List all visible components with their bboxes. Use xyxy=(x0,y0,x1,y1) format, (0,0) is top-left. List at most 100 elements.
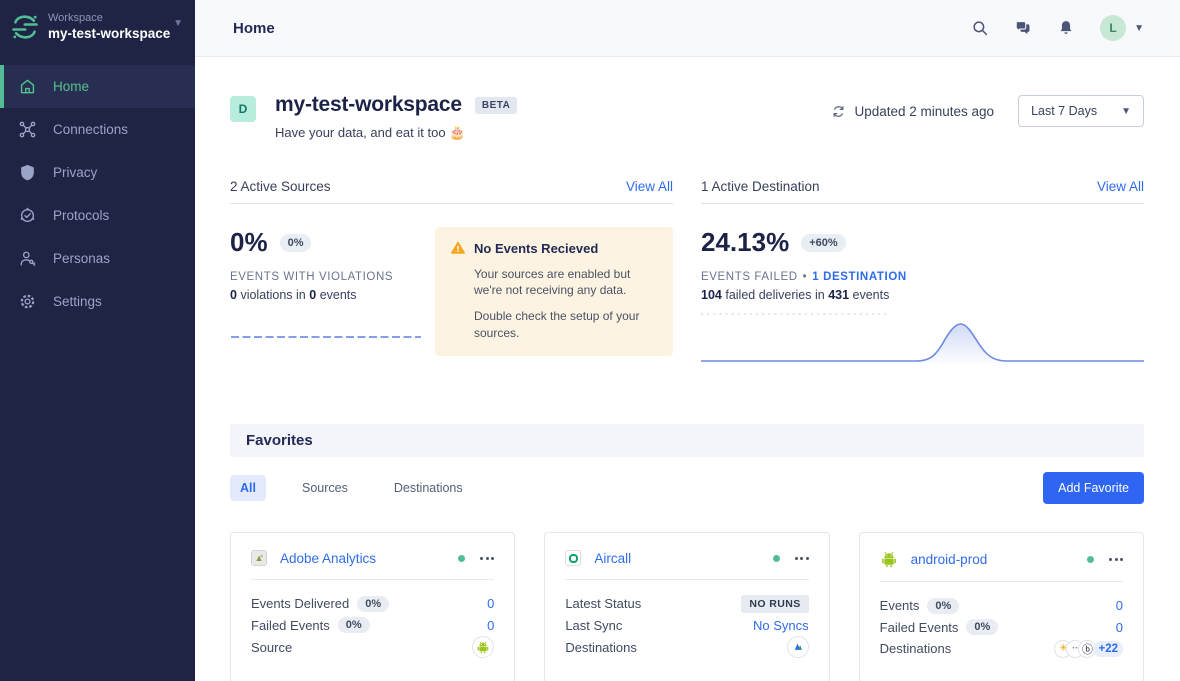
status-dot xyxy=(458,555,465,562)
search-button[interactable] xyxy=(971,19,989,37)
sidebar-item-connections[interactable]: Connections xyxy=(0,108,195,151)
chevron-down-icon: ▼ xyxy=(1134,23,1144,34)
sidebar-item-label: Home xyxy=(53,79,89,94)
date-range-value: Last 7 Days xyxy=(1031,104,1097,118)
failed-metric-label: EVENTS FAILED • 1 DESTINATION xyxy=(701,271,1144,283)
tab-all[interactable]: All xyxy=(230,475,266,501)
workspace-label: Workspace xyxy=(48,12,161,26)
row-value-link[interactable]: No Syncs xyxy=(753,618,809,633)
card-row: Last Sync No Syncs xyxy=(565,615,808,637)
main-area: Home L ▼ xyxy=(195,0,1180,681)
violations-metric-value: 0% xyxy=(230,227,268,258)
content: D my-test-workspace BETA Have your data,… xyxy=(195,57,1180,681)
failed-metric-value: 24.13% xyxy=(701,227,789,258)
personas-icon xyxy=(18,249,37,268)
beta-badge: BETA xyxy=(475,97,517,114)
card-menu-button[interactable] xyxy=(795,553,809,564)
android-icon[interactable] xyxy=(472,636,494,658)
tab-destinations[interactable]: Destinations xyxy=(384,475,473,501)
sources-sparkline xyxy=(230,328,422,340)
card-row: Source xyxy=(251,636,494,658)
divider xyxy=(251,579,494,580)
card-row: Events 0% 0 xyxy=(880,595,1123,617)
divider xyxy=(565,579,808,580)
adobe-analytics-icon xyxy=(251,550,267,566)
destination-logo-icon[interactable] xyxy=(787,636,809,658)
failed-metric-sub: 104 failed deliveries in 431 events xyxy=(701,288,1144,302)
more-destinations-link[interactable]: +22 xyxy=(1093,641,1123,657)
segment-logo-icon xyxy=(12,14,38,40)
sidebar-item-label: Settings xyxy=(53,294,102,309)
tab-sources[interactable]: Sources xyxy=(292,475,358,501)
card-row: Latest Status NO RUNS xyxy=(565,593,808,615)
updated-text: Updated 2 minutes ago xyxy=(854,104,994,119)
sidebar-item-personas[interactable]: Personas xyxy=(0,237,195,280)
sidebar-item-label: Protocols xyxy=(53,208,109,223)
divider xyxy=(880,581,1123,582)
shield-icon xyxy=(18,163,37,182)
date-range-select[interactable]: Last 7 Days ▼ xyxy=(1018,95,1144,127)
android-icon xyxy=(880,550,898,568)
violations-metric-sub: 0 violations in 0 events xyxy=(230,288,423,302)
divider xyxy=(230,203,673,204)
failed-delta-badge: +60% xyxy=(801,234,845,252)
card-title-link[interactable]: android-prod xyxy=(911,552,988,567)
workspace-subtitle: Have your data, and eat it too 🎂 xyxy=(275,125,517,141)
card-row: Failed Events 0% 0 xyxy=(880,617,1123,639)
destinations-sparkline xyxy=(701,312,1144,366)
row-value-link[interactable]: 0 xyxy=(1116,598,1123,613)
favorite-card-aircall: Aircall Latest Status NO RUNS xyxy=(544,532,829,681)
chat-button[interactable] xyxy=(1014,19,1032,37)
card-row: Destinations xyxy=(565,636,808,658)
warning-line-2: Double check the setup of your sources. xyxy=(474,308,658,340)
workspace-header: D my-test-workspace BETA Have your data,… xyxy=(230,93,1144,141)
rate-badge: 0% xyxy=(927,598,959,614)
status-dot xyxy=(1087,556,1094,563)
card-menu-button[interactable] xyxy=(480,553,494,564)
notifications-button[interactable] xyxy=(1057,19,1075,37)
destination-count-link[interactable]: 1 DESTINATION xyxy=(812,271,906,283)
card-title-link[interactable]: Aircall xyxy=(594,551,631,566)
violations-delta-badge: 0% xyxy=(280,234,312,252)
warning-line-1: Your sources are enabled but we're not r… xyxy=(474,266,658,298)
row-value-link[interactable]: 0 xyxy=(1116,620,1123,635)
sidebar-item-privacy[interactable]: Privacy xyxy=(0,151,195,194)
no-events-warning: No Events Recieved Your sources are enab… xyxy=(435,227,673,356)
status-badge: NO RUNS xyxy=(741,595,808,613)
topbar: Home L ▼ xyxy=(195,0,1180,57)
aircall-icon xyxy=(565,550,581,566)
card-title-link[interactable]: Adobe Analytics xyxy=(280,551,376,566)
card-row: Events Delivered 0% 0 xyxy=(251,593,494,615)
card-row: Destinations +22 xyxy=(880,638,1123,660)
sidebar-item-label: Connections xyxy=(53,122,128,137)
warning-icon xyxy=(450,240,466,256)
home-icon xyxy=(18,77,37,96)
connections-icon xyxy=(18,120,37,139)
violations-metric-label: EVENTS WITH VIOLATIONS xyxy=(230,271,423,283)
divider xyxy=(701,203,1144,204)
add-favorite-button[interactable]: Add Favorite xyxy=(1043,472,1144,504)
sidebar-item-home[interactable]: Home xyxy=(0,65,195,108)
avatar: L xyxy=(1100,15,1126,41)
user-menu[interactable]: L ▼ xyxy=(1100,15,1144,41)
sidebar-item-label: Privacy xyxy=(53,165,97,180)
destinations-count-heading: 1 Active Destination xyxy=(701,179,820,194)
row-value-link[interactable]: 0 xyxy=(487,596,494,611)
bell-icon xyxy=(1057,19,1075,37)
overview-panels: 2 Active Sources View All 0% 0% EVENTS W… xyxy=(230,179,1144,366)
destinations-view-all-link[interactable]: View All xyxy=(1097,179,1144,194)
refresh-icon[interactable] xyxy=(831,104,846,119)
destinations-panel: 1 Active Destination View All 24.13% +60… xyxy=(701,179,1144,366)
sidebar-item-settings[interactable]: Settings xyxy=(0,280,195,323)
row-value-link[interactable]: 0 xyxy=(487,618,494,633)
card-menu-button[interactable] xyxy=(1109,554,1123,565)
chevron-down-icon: ▼ xyxy=(173,18,183,29)
workspace-switcher[interactable]: Workspace my-test-workspace ▼ xyxy=(0,0,195,57)
favorite-card-adobe-analytics: Adobe Analytics Events Delivered 0% 0 xyxy=(230,532,515,681)
rate-badge: 0% xyxy=(966,619,998,635)
sources-view-all-link[interactable]: View All xyxy=(626,179,673,194)
sidebar-item-protocols[interactable]: Protocols xyxy=(0,194,195,237)
chat-icon xyxy=(1014,19,1032,37)
favorites-header: Favorites xyxy=(230,424,1144,457)
rate-badge: 0% xyxy=(338,617,370,633)
